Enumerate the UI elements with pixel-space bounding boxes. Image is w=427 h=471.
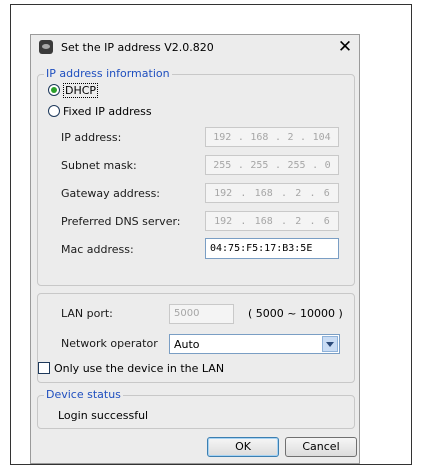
subnet-mask-field[interactable]: 255. 255. 255. 0 bbox=[205, 155, 339, 175]
fixed-ip-label: Fixed IP address bbox=[63, 104, 152, 118]
mac-address-input[interactable]: 04:75:F5:17:B3:5E bbox=[205, 238, 339, 259]
title-bar: Set the IP address V2.0.820 ✕ bbox=[31, 35, 359, 61]
dhcp-radio[interactable] bbox=[48, 84, 60, 96]
device-status-group: Device status Login successful bbox=[37, 388, 355, 429]
device-status-legend: Device status bbox=[44, 388, 123, 401]
fixed-ip-option[interactable]: Fixed IP address bbox=[48, 104, 152, 118]
fixed-ip-radio[interactable] bbox=[48, 105, 60, 117]
dns-field[interactable]: 192. 168. 2. 6 bbox=[205, 211, 339, 231]
ip-settings-dialog: Set the IP address V2.0.820 ✕ IP address… bbox=[30, 34, 360, 464]
ip-address-label: IP address: bbox=[61, 131, 122, 144]
lan-only-option[interactable]: Only use the device in the LAN bbox=[38, 361, 224, 375]
dhcp-option[interactable]: DHCP bbox=[48, 82, 99, 98]
lan-port-input[interactable]: 5000 bbox=[169, 304, 234, 324]
lan-port-label: LAN port: bbox=[61, 307, 113, 320]
dhcp-label: DHCP bbox=[63, 82, 99, 98]
ip-info-legend: IP address information bbox=[44, 67, 172, 80]
app-icon bbox=[39, 40, 53, 54]
dialog-title: Set the IP address V2.0.820 bbox=[61, 41, 214, 54]
port-range-text: ( 5000 ~ 10000 ) bbox=[248, 307, 343, 320]
ip-info-group: IP address information DHCP Fixed IP add… bbox=[37, 67, 355, 286]
dns-label: Preferred DNS server: bbox=[61, 215, 181, 228]
device-status-text: Login successful bbox=[58, 409, 149, 422]
network-operator-select[interactable]: Auto bbox=[169, 334, 340, 354]
ip-address-field[interactable]: 192. 168. 2. 104 bbox=[205, 127, 339, 147]
close-icon[interactable]: ✕ bbox=[337, 39, 353, 56]
lan-only-label: Only use the device in the LAN bbox=[54, 361, 225, 375]
subnet-mask-label: Subnet mask: bbox=[61, 159, 137, 172]
chevron-down-icon[interactable] bbox=[322, 336, 338, 352]
ok-button[interactable]: OK bbox=[207, 437, 279, 457]
lan-settings-group: LAN port: 5000 ( 5000 ~ 10000 ) Network … bbox=[37, 293, 355, 383]
network-operator-value: Auto bbox=[174, 338, 200, 351]
gateway-field[interactable]: 192. 168. 2. 6 bbox=[205, 183, 339, 203]
cancel-button[interactable]: Cancel bbox=[285, 437, 357, 457]
network-operator-label: Network operator bbox=[61, 337, 158, 350]
mac-address-label: Mac address: bbox=[61, 243, 134, 256]
lan-only-checkbox[interactable] bbox=[38, 362, 50, 374]
gateway-label: Gateway address: bbox=[61, 187, 161, 200]
